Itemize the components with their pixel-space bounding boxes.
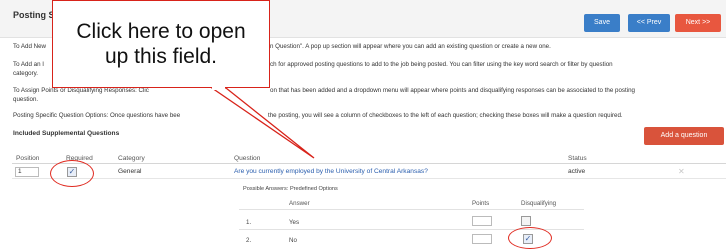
instruction-assign-tail: on that has been added and a dropdown me… [270,87,635,94]
annotation-circle [50,160,94,187]
section-title: Included Supplemental Questions [13,130,120,137]
instruction-add-an-lead: To Add an I [13,61,44,68]
answer-number: 1. [246,219,252,226]
prev-button[interactable]: << Prev [628,14,670,32]
callout-line-2: up this field. [104,45,218,68]
answers-header-disqualifying: Disqualifying [521,200,557,207]
instruction-add-new-tail: n Question". A pop up section will appea… [270,43,551,50]
header-divider [12,163,726,164]
add-question-button[interactable]: Add a question [644,127,724,145]
callout-line-1: Click here to open [76,20,246,43]
instruction-add-new-lead: To Add New [13,43,47,50]
close-icon[interactable]: ✕ [678,167,685,176]
instruction-specific-tail: the posting, you will see a column of ch… [268,112,623,119]
category-cell: General [118,168,142,175]
disqualifying-checkbox[interactable] [521,216,531,226]
answers-header-divider [239,209,584,210]
annotation-callout-text: Click here to open up this field. [52,19,270,69]
points-input[interactable] [472,234,492,244]
points-input[interactable] [472,216,492,226]
page-title: Posting S [13,10,55,20]
callout-join [212,87,225,90]
instruction-add-an-tail: ch for approved posting questions to add… [270,61,613,68]
col-header-status: Status [568,155,587,162]
answer-number: 2. [246,237,252,244]
answers-header-answer: Answer [289,200,310,207]
position-input[interactable]: 1 [15,167,39,177]
next-button[interactable]: Next >> [675,14,721,32]
answers-header-points: Points [472,200,490,207]
status-cell: active [568,168,586,175]
annotation-circle [508,227,552,249]
instruction-assign-cont: question. [13,95,39,103]
instruction-assign-lead: To Assign Points or Disqualifying Respon… [13,87,149,94]
question-link[interactable]: Are you currently employed by the Univer… [234,168,428,175]
col-header-position: Position [16,155,40,162]
col-header-question: Question [234,155,261,162]
answers-title: Possible Answers: Predefined Options [243,186,338,192]
row-divider [12,178,726,179]
answer-label: No [289,237,297,244]
answer-label: Yes [289,219,300,226]
save-button[interactable]: Save [584,14,620,32]
col-header-category: Category [118,155,145,162]
